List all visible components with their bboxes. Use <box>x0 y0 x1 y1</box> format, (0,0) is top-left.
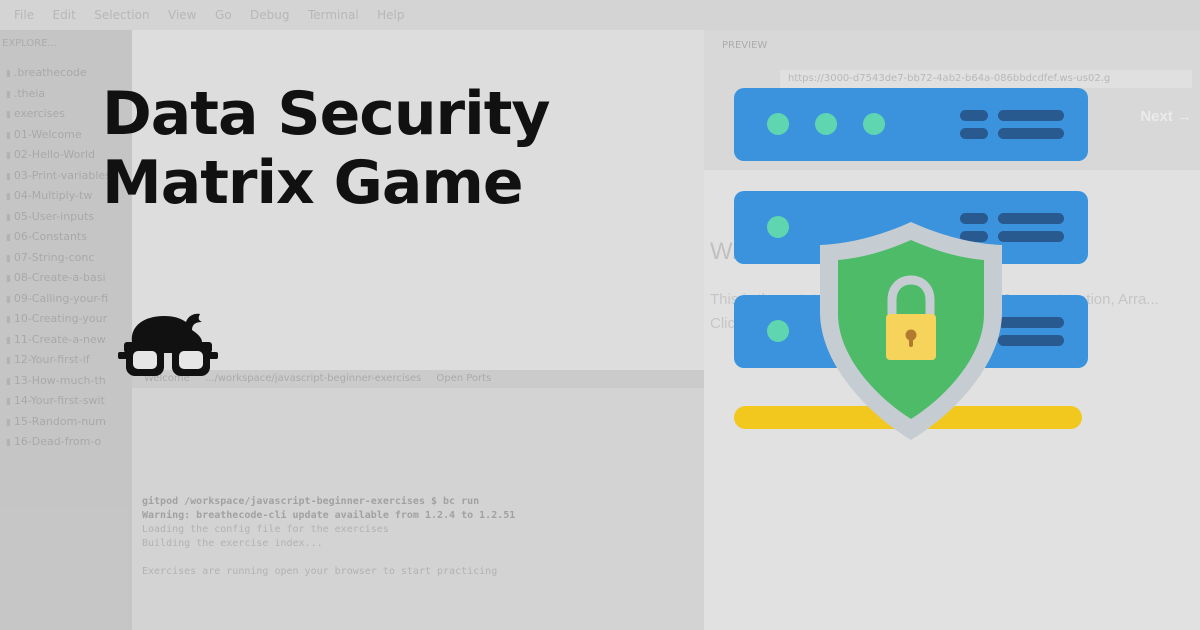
menu-file: File <box>14 8 35 22</box>
menu-selection: Selection <box>94 8 150 22</box>
explorer-item: 06-Constants <box>0 230 132 251</box>
terminal-tab: .../workspace/javascript-beginner-exerci… <box>204 373 422 384</box>
explorer-item: 07-String-conc <box>0 251 132 272</box>
explorer-item: 11-Create-a-new <box>0 333 132 354</box>
preview-next-button: Next → <box>1140 108 1192 125</box>
ide-menubar: File Edit Selection View Go Debug Termin… <box>0 0 1200 30</box>
explorer-item: 13-How-much-th <box>0 374 132 395</box>
explorer-item: 15-Random-num <box>0 415 132 436</box>
terminal-line: Warning: breathecode-cli update availabl… <box>142 510 516 521</box>
explorer-item: 09-Calling-your-fi <box>0 292 132 313</box>
terminal-line: Exercises are running open your browser … <box>142 566 498 577</box>
menu-terminal: Terminal <box>307 8 359 22</box>
menu-help: Help <box>377 8 405 22</box>
terminal-output: gitpod /workspace/javascript-beginner-ex… <box>142 398 702 580</box>
terminal-line: gitpod /workspace/javascript-beginner-ex… <box>142 496 480 507</box>
explorer-title: EXPLORE... <box>2 38 58 49</box>
menu-edit: Edit <box>52 8 76 22</box>
nerd-glasses-logo-icon <box>118 313 218 376</box>
preview-title: PREVIEW <box>722 40 768 51</box>
menu-view: View <box>168 8 197 22</box>
explorer-item: 08-Create-a-basi <box>0 271 132 292</box>
explorer-item: 14-Your-first-swit <box>0 394 132 415</box>
menu-go: Go <box>214 8 232 22</box>
explorer-item: 10-Creating-your <box>0 312 132 333</box>
terminal-line: Loading the config file for the exercise… <box>142 524 389 535</box>
ide-terminal: Welcome .../workspace/javascript-beginne… <box>132 370 704 630</box>
title-line-1: Data Security <box>102 79 550 149</box>
explorer-item: 12-Your-first-if <box>0 353 132 374</box>
page-title: Data Security Matrix Game <box>102 80 682 218</box>
server-security-shield-icon <box>734 88 1088 440</box>
terminal-line: Building the exercise index... <box>142 538 323 549</box>
menu-debug: Debug <box>250 8 290 22</box>
explorer-item: 16-Dead-from-o <box>0 435 132 456</box>
title-line-2: Matrix Game <box>102 148 524 218</box>
social-card: File Edit Selection View Go Debug Termin… <box>0 0 1200 630</box>
terminal-tab: Open Ports <box>436 373 492 384</box>
